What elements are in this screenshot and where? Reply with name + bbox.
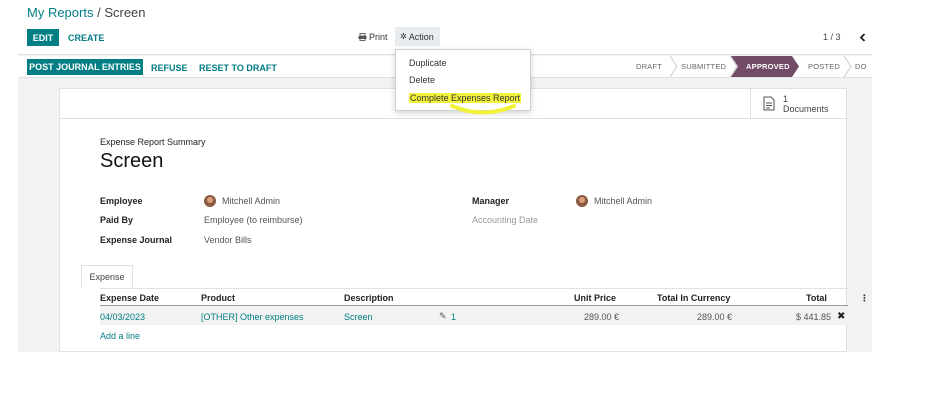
- refuse-button[interactable]: REFUSE: [151, 63, 188, 73]
- accounting-date-label: Accounting Date: [472, 215, 539, 225]
- column-header[interactable]: Description: [344, 293, 394, 303]
- stage-done[interactable]: DO: [855, 56, 872, 77]
- row-product: [OTHER] Other expenses: [201, 312, 304, 322]
- row-expense-date: 04/03/2023: [100, 312, 146, 322]
- menu-item-complete-expenses-report[interactable]: Complete Expenses Report: [409, 93, 522, 103]
- tab-divider: [100, 288, 848, 289]
- menu-item-delete[interactable]: Delete: [409, 75, 435, 85]
- column-header[interactable]: Product: [201, 293, 235, 303]
- highlight-mark: [450, 104, 516, 115]
- row-total-currency: 289.00 €: [697, 312, 733, 322]
- tab-expense[interactable]: Expense: [81, 265, 133, 288]
- create-button[interactable]: CREATE: [68, 33, 104, 43]
- action-button[interactable]: ✲ Action: [395, 27, 440, 46]
- action-dropdown-menu: Duplicate Delete Complete Expenses Repor…: [395, 49, 531, 111]
- reset-to-draft-button[interactable]: RESET TO DRAFT: [199, 63, 277, 73]
- edit-button[interactable]: EDIT: [27, 29, 59, 46]
- breadcrumb-parent[interactable]: My Reports: [27, 5, 93, 20]
- row-description: Screen: [344, 312, 373, 322]
- control-panel: My Reports / Screen EDIT CREATE Print ✲ …: [18, 0, 872, 55]
- employee-field[interactable]: Mitchell Admin: [222, 196, 280, 206]
- expense-journal-field[interactable]: Vendor Bills: [204, 235, 252, 245]
- paid-by-label: Paid By: [100, 215, 134, 225]
- row-attachment-count: 1: [451, 312, 457, 322]
- action-label: Action: [408, 31, 434, 42]
- paid-by-field[interactable]: Employee (to reimburse): [204, 215, 303, 225]
- breadcrumb: My Reports / Screen: [27, 5, 146, 20]
- menu-item-duplicate[interactable]: Duplicate: [409, 58, 447, 68]
- print-icon: [358, 33, 367, 41]
- stage-posted[interactable]: POSTED: [804, 56, 844, 77]
- paperclip-icon[interactable]: ✎: [439, 311, 447, 322]
- stage-submitted[interactable]: SUBMITTED: [677, 56, 737, 77]
- print-button[interactable]: Print: [358, 32, 388, 42]
- documents-count: 1: [783, 93, 789, 104]
- column-header[interactable]: Total In Currency: [657, 293, 730, 303]
- pager-value[interactable]: 1 / 3: [823, 32, 841, 42]
- column-header[interactable]: Expense Date: [100, 293, 159, 303]
- chevron-left-icon[interactable]: [859, 33, 866, 42]
- column-header[interactable]: Unit Price: [574, 293, 616, 303]
- column-header[interactable]: Total: [806, 293, 827, 303]
- page-title: Screen: [100, 150, 164, 172]
- form-subtitle: Expense Report Summary: [100, 137, 206, 147]
- gear-icon: ✲: [400, 32, 407, 41]
- expense-journal-label: Expense Journal: [100, 235, 173, 245]
- documents-label: Documents: [783, 103, 829, 114]
- manager-field[interactable]: Mitchell Admin: [594, 196, 652, 206]
- delete-row-icon[interactable]: ✖: [837, 311, 845, 322]
- breadcrumb-separator: /: [93, 5, 105, 20]
- stage-divider: [844, 56, 852, 77]
- row-total: $ 441.85: [796, 312, 832, 322]
- documents-smart-button[interactable]: 1 Documents: [750, 89, 848, 118]
- add-line-link[interactable]: Add a line: [100, 331, 140, 341]
- manager-avatar: [576, 195, 588, 207]
- breadcrumb-current: Screen: [104, 5, 146, 20]
- stage-approved[interactable]: APPROVED: [731, 56, 799, 77]
- button-box-divider: [60, 118, 848, 119]
- employee-avatar: [204, 195, 216, 207]
- form-sheet: 1 Documents Expense Report Summary Scree…: [59, 88, 869, 352]
- stage-draft[interactable]: DRAFT: [628, 56, 671, 77]
- manager-label: Manager: [472, 196, 510, 206]
- column-options-icon[interactable]: ⋮: [860, 293, 869, 304]
- row-unit-price: 289.00 €: [584, 312, 620, 322]
- document-icon: [763, 96, 775, 111]
- menu-item-label: Complete Expenses Report: [409, 93, 522, 103]
- employee-label: Employee: [100, 196, 143, 206]
- post-journal-entries-button[interactable]: POST JOURNAL ENTRIES: [27, 59, 143, 75]
- print-label: Print: [369, 32, 388, 42]
